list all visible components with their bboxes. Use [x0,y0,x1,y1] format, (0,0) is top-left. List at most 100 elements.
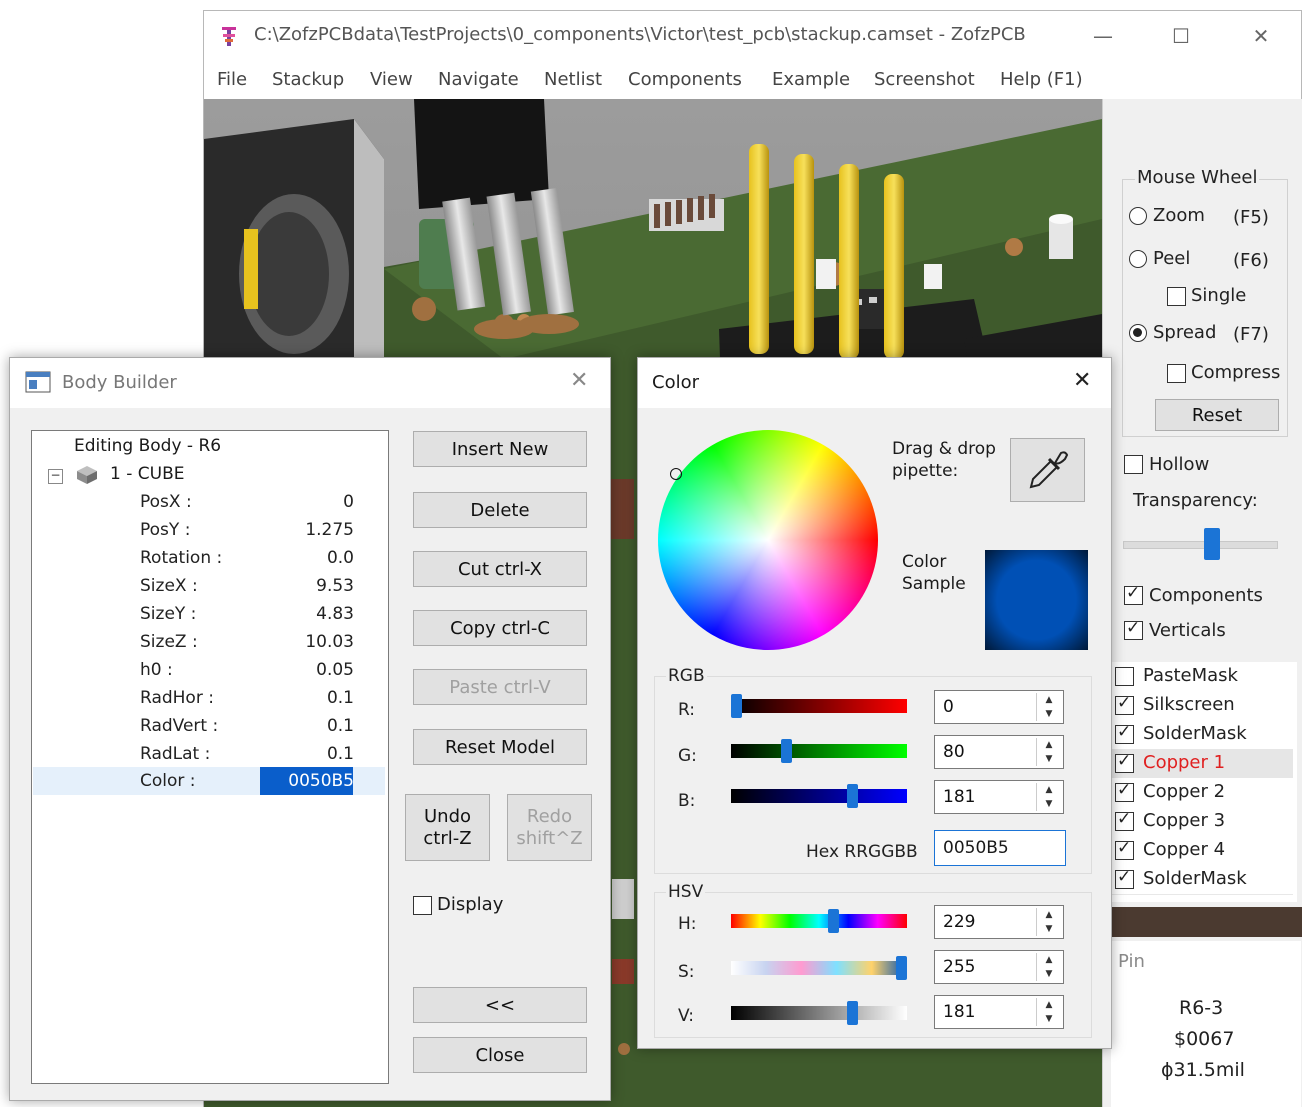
s-spinbox[interactable]: 255 ▲ ▼ [934,950,1064,984]
spin-arrows-icon[interactable]: ▲ ▼ [1036,953,1061,981]
layer-row-soldermask-top[interactable]: SolderMask [1111,720,1293,750]
h-value[interactable]: 229 [943,912,975,932]
color-value[interactable]: 0050B5 [288,771,354,791]
spread-radio[interactable] [1129,324,1147,342]
spin-arrows-icon[interactable]: ▲ ▼ [1036,783,1061,811]
g-spinbox[interactable]: 80 ▲ ▼ [934,735,1064,769]
redo-button[interactable]: Redo shift^Z [507,794,592,861]
reset-model-button[interactable]: Reset Model [413,729,587,765]
color-dialog-title-bar[interactable]: Color ✕ [638,358,1111,408]
r-slider-track[interactable] [731,699,907,713]
prop-value[interactable]: 0.1 [327,716,354,736]
prop-value[interactable]: 0.1 [327,744,354,764]
reset-button[interactable]: Reset [1155,399,1279,431]
r-spinbox[interactable]: 0 ▲ ▼ [934,690,1064,724]
layer-row-silkscreen[interactable]: Silkscreen [1111,691,1293,721]
b-slider-track[interactable] [731,789,907,803]
v-value[interactable]: 181 [943,1002,975,1022]
v-slider-track[interactable] [731,1006,907,1020]
components-checkbox[interactable] [1124,583,1143,605]
b-slider-thumb[interactable] [847,784,858,808]
single-checkbox[interactable] [1167,287,1186,306]
peel-radio[interactable] [1129,250,1147,268]
layer-checkbox[interactable] [1115,722,1134,744]
h-spinbox[interactable]: 229 ▲ ▼ [934,905,1064,939]
maximize-icon[interactable]: ☐ [1158,19,1204,53]
v-slider-thumb[interactable] [847,1001,858,1025]
menu-example[interactable]: Example [772,69,850,90]
compress-checkbox[interactable] [1167,364,1186,383]
close-icon[interactable]: ✕ [570,368,588,393]
layer-row-copper-1[interactable]: Copper 1 [1111,749,1293,779]
close-button[interactable]: Close [413,1037,587,1073]
h-slider-track[interactable] [731,914,907,928]
transparency-slider-thumb[interactable] [1204,528,1220,560]
undo-button[interactable]: Undo ctrl-Z [405,794,490,861]
menu-components[interactable]: Components [628,69,742,90]
menu-navigate[interactable]: Navigate [438,69,519,90]
prop-value[interactable]: 1.275 [305,520,354,540]
spin-arrows-icon[interactable]: ▲ ▼ [1036,908,1061,936]
layer-checkbox[interactable] [1115,838,1134,860]
hex-value[interactable]: 0050B5 [943,838,1009,858]
layer-checkbox[interactable] [1115,667,1134,686]
spin-arrows-icon[interactable]: ▲ ▼ [1036,998,1061,1026]
g-slider-thumb[interactable] [781,739,792,763]
layer-row-copper-2[interactable]: Copper 2 [1111,778,1293,808]
collapse-button[interactable]: << [413,987,587,1023]
pipette-button[interactable] [1010,438,1085,502]
title-bar[interactable]: C:\ZofzPCBdata\TestProjects\0_components… [204,11,1301,61]
layer-checkbox[interactable] [1115,867,1134,889]
s-slider-track[interactable] [731,961,907,975]
g-slider-track[interactable] [731,744,907,758]
s-slider-thumb[interactable] [896,956,907,980]
minimize-icon[interactable]: — [1080,19,1126,53]
prop-value[interactable]: 9.53 [316,576,354,596]
body-property-tree[interactable]: Editing Body - R6 − 1 - CUBE PosX : 0 Po… [31,430,389,1084]
hex-input[interactable]: 0050B5 [934,830,1066,866]
prop-value[interactable]: 0 [343,492,354,512]
cut-button[interactable]: Cut ctrl-X [413,551,587,587]
s-value[interactable]: 255 [943,957,975,977]
delete-button[interactable]: Delete [413,492,587,528]
menu-help[interactable]: Help (F1) [1000,69,1083,90]
h-slider-thumb[interactable] [828,909,839,933]
verticals-checkbox[interactable] [1124,618,1143,640]
insert-new-button[interactable]: Insert New [413,431,587,467]
layer-row-copper-3[interactable]: Copper 3 [1111,807,1293,837]
spin-arrows-icon[interactable]: ▲ ▼ [1036,738,1061,766]
r-slider-thumb[interactable] [731,694,742,718]
hollow-checkbox[interactable] [1124,455,1143,474]
layer-checkbox[interactable] [1115,809,1134,831]
layer-checkbox[interactable] [1115,751,1134,773]
color-wheel[interactable] [658,430,878,650]
prop-value[interactable]: 0.1 [327,688,354,708]
r-value[interactable]: 0 [943,697,954,717]
layer-row-copper-4[interactable]: Copper 4 [1111,836,1293,866]
menu-netlist[interactable]: Netlist [544,69,602,90]
paste-button[interactable]: Paste ctrl-V [413,669,587,705]
color-wheel-marker[interactable] [670,468,682,480]
menu-view[interactable]: View [370,69,413,90]
g-value[interactable]: 80 [943,742,965,762]
menu-file[interactable]: File [217,69,247,90]
b-value[interactable]: 181 [943,787,975,807]
transparency-slider-track[interactable] [1123,541,1278,549]
menu-stackup[interactable]: Stackup [272,69,344,90]
prop-value[interactable]: 0.0 [327,548,354,568]
v-spinbox[interactable]: 181 ▲ ▼ [934,995,1064,1029]
layer-checkbox[interactable] [1115,693,1134,715]
prop-value[interactable]: 10.03 [305,632,354,652]
layer-row-soldermask-bottom[interactable]: SolderMask [1111,865,1293,895]
tree-node-cube[interactable]: 1 - CUBE [110,464,184,484]
close-icon[interactable]: ✕ [1238,19,1284,53]
body-builder-title-bar[interactable]: Body Builder ✕ [10,358,610,408]
collapse-icon[interactable]: − [48,469,63,484]
zoom-radio[interactable] [1129,207,1147,225]
close-icon[interactable]: ✕ [1073,368,1091,393]
prop-value[interactable]: 0.05 [316,660,354,680]
spin-arrows-icon[interactable]: ▲ ▼ [1036,693,1061,721]
display-checkbox[interactable] [413,896,432,915]
copy-button[interactable]: Copy ctrl-C [413,610,587,646]
b-spinbox[interactable]: 181 ▲ ▼ [934,780,1064,814]
